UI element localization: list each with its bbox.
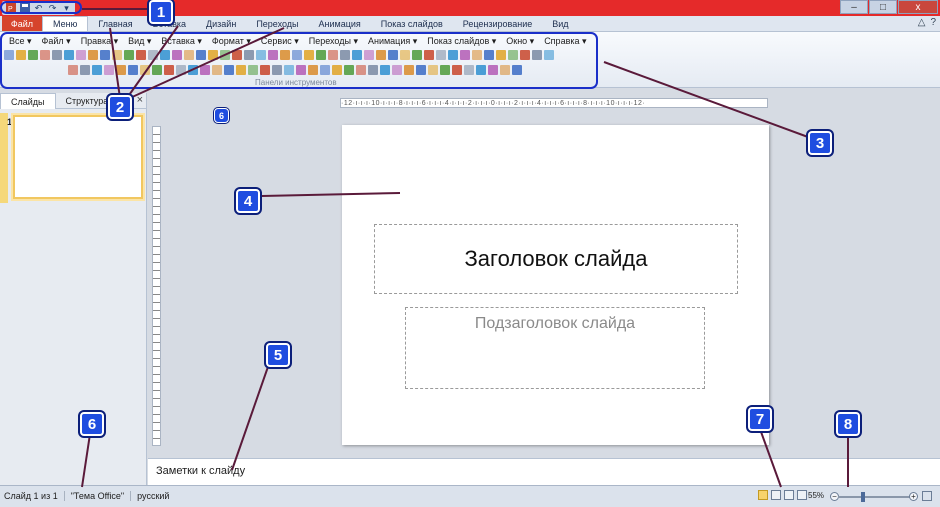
- slideshow-view-icon[interactable]: [797, 490, 807, 500]
- slide-thumbnail[interactable]: [13, 115, 143, 199]
- theme-name[interactable]: "Тема Office": [71, 491, 132, 501]
- title-bar: P ↶ ↷ ▾ – □ x: [0, 0, 940, 16]
- tab-design[interactable]: Дизайн: [196, 16, 246, 31]
- slides-pane: Слайды Структура × 1: [0, 93, 147, 485]
- slide-canvas[interactable]: Заголовок слайда Подзаголовок слайда: [342, 125, 769, 445]
- tab-slides[interactable]: Слайды: [0, 93, 56, 109]
- status-info: Слайд 1 из 1 "Тема Office" русский: [4, 491, 175, 501]
- normal-view-icon[interactable]: [758, 490, 768, 500]
- tab-animation[interactable]: Анимация: [309, 16, 371, 31]
- slide-count: Слайд 1 из 1: [4, 491, 65, 501]
- fit-to-window-icon[interactable]: [922, 491, 932, 501]
- callout-box-ribbon: [0, 32, 598, 89]
- notes-pane[interactable]: Заметки к слайду: [148, 458, 940, 485]
- minimize-button[interactable]: –: [840, 0, 868, 14]
- view-buttons: [758, 490, 807, 500]
- marker-6: 6: [80, 412, 104, 436]
- language[interactable]: русский: [137, 491, 175, 501]
- zoom-in-icon[interactable]: +: [909, 492, 918, 501]
- help-area: △ ?: [918, 17, 936, 28]
- marker-5: 5: [266, 343, 290, 367]
- title-placeholder[interactable]: Заголовок слайда: [374, 224, 738, 294]
- reading-view-icon[interactable]: [784, 490, 794, 500]
- tab-file[interactable]: Файл: [2, 16, 42, 31]
- marker-3: 3: [808, 131, 832, 155]
- callout-box-qat: [0, 1, 82, 14]
- horizontal-ruler: ·12·ı·ı·ı·10·ı·ı·ı·8·ı·ı·ı·6·ı·ı·ı·4·ı·ı…: [340, 98, 768, 108]
- tab-transitions[interactable]: Переходы: [246, 16, 308, 31]
- tab-home[interactable]: Главная: [88, 16, 142, 31]
- subtitle-placeholder[interactable]: Подзаголовок слайда: [405, 307, 705, 389]
- help-icon[interactable]: ?: [930, 17, 936, 28]
- tab-review[interactable]: Рецензирование: [453, 16, 543, 31]
- slide-sorter-icon[interactable]: [771, 490, 781, 500]
- status-bar: Слайд 1 из 1 "Тема Office" русский 55% −…: [0, 485, 940, 507]
- marker-2: 2: [108, 95, 132, 119]
- marker-6-small: 6: [214, 108, 229, 123]
- ribbon-tab-bar: Файл Меню Главная Вставка Дизайн Переход…: [0, 16, 940, 32]
- slide-thumbnail-number: 1: [7, 117, 13, 127]
- marker-4: 4: [236, 189, 260, 213]
- tab-menu[interactable]: Меню: [42, 16, 89, 31]
- marker-8: 8: [836, 412, 860, 436]
- marker-7: 7: [748, 407, 772, 431]
- ribbon-minimize-icon[interactable]: △: [918, 17, 926, 28]
- marker-1: 1: [149, 0, 173, 24]
- close-button[interactable]: x: [898, 0, 938, 14]
- vertical-ruler: [152, 126, 161, 446]
- maximize-button[interactable]: □: [869, 0, 897, 14]
- window-controls: – □ x: [839, 0, 938, 14]
- close-pane-icon[interactable]: ×: [137, 94, 143, 106]
- zoom-level[interactable]: 55%: [808, 491, 824, 500]
- zoom-track[interactable]: [838, 496, 910, 498]
- zoom-thumb[interactable]: [861, 492, 865, 502]
- zoom-slider[interactable]: − +: [830, 492, 918, 502]
- tab-view[interactable]: Вид: [542, 16, 578, 31]
- tab-slideshow[interactable]: Показ слайдов: [371, 16, 453, 31]
